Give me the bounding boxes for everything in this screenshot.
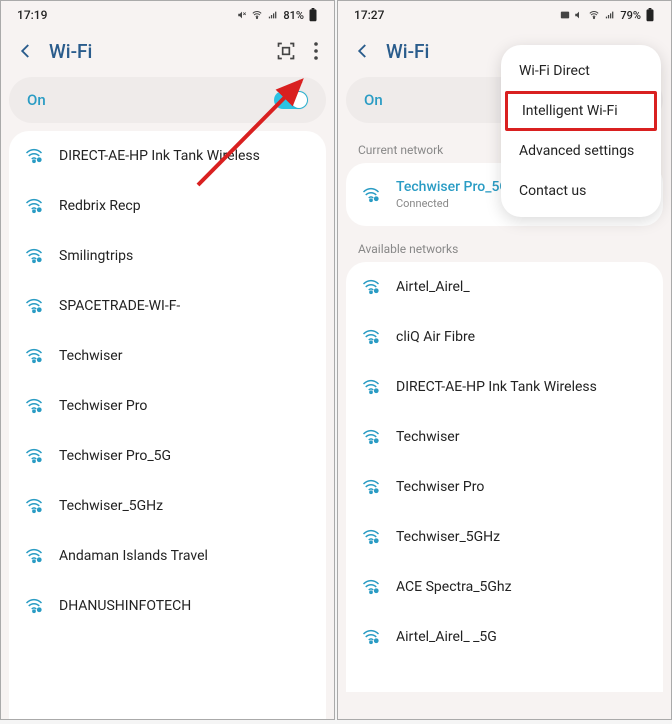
battery-icon [645, 8, 655, 22]
more-options-button[interactable] [314, 42, 318, 60]
chevron-left-icon [17, 42, 35, 60]
status-bar: 17:19 81% [1, 1, 334, 25]
network-row[interactable]: SPACETRADE-WI-F- [9, 281, 326, 331]
network-name: Techwiser_5GHz [396, 529, 649, 545]
wifi-signal-icon [360, 428, 382, 446]
back-button[interactable] [354, 42, 372, 60]
network-row[interactable]: DHANUSHINFOTECH [9, 581, 326, 631]
wifi-signal-icon [23, 397, 45, 415]
network-list: DIRECT-AE-HP Ink Tank Wireless Redbrix Re… [9, 131, 326, 720]
wifi-signal-icon [23, 347, 45, 365]
toggle-switch[interactable] [274, 91, 308, 109]
qr-icon [276, 41, 296, 61]
network-name: Airtel_Airel_ _5G [396, 629, 649, 645]
wifi-signal-icon [360, 578, 382, 596]
network-row[interactable]: Techwiser Pro [9, 381, 326, 431]
network-name: DIRECT-AE-HP Ink Tank Wireless [396, 379, 649, 395]
network-row[interactable]: Techwiser_5GHz [9, 481, 326, 531]
network-name: Techwiser Pro [396, 479, 649, 495]
network-row[interactable]: cliQ Air Fibre [346, 312, 663, 362]
network-name: Techwiser_5GHz [59, 498, 312, 514]
network-row[interactable]: DIRECT-AE-HP Ink Tank Wireless [9, 131, 326, 181]
network-row[interactable]: Techwiser Pro [346, 462, 663, 512]
status-right: 79% [560, 8, 655, 22]
wifi-signal-icon [23, 197, 45, 215]
network-name: Smilingtrips [59, 248, 312, 264]
network-name: DHANUSHINFOTECH [59, 598, 312, 614]
wifi-signal-icon [23, 597, 45, 615]
status-time: 17:27 [354, 8, 384, 22]
network-name: cliQ Air Fibre [396, 329, 649, 345]
on-label: On [27, 91, 46, 109]
overflow-menu: Wi-Fi DirectIntelligent Wi-FiAdvanced se… [501, 45, 661, 217]
menu-item[interactable]: Intelligent Wi-Fi [505, 91, 657, 131]
on-label: On [364, 91, 383, 109]
wifi-signal-icon [23, 297, 45, 315]
network-name: Techwiser [396, 429, 649, 445]
wifi-signal-icon [23, 147, 45, 165]
network-row[interactable]: Techwiser [9, 331, 326, 381]
network-row[interactable]: Smilingtrips [9, 231, 326, 281]
battery-icon [308, 8, 318, 22]
wifi-signal-icon [360, 328, 382, 346]
wifi-signal-icon [23, 497, 45, 515]
network-name: ACE Spectra_5Ghz [396, 579, 649, 595]
wifi-signal-icon [360, 628, 382, 646]
network-name: Techwiser Pro_5G [59, 448, 312, 464]
menu-item[interactable]: Advanced settings [501, 131, 661, 171]
network-name: SPACETRADE-WI-F- [59, 298, 312, 314]
network-row[interactable]: Airtel_Airel_ [346, 262, 663, 312]
wifi-icon [588, 10, 600, 20]
wifi-signal-icon [23, 547, 45, 565]
network-name: Techwiser [59, 348, 312, 364]
more-vertical-icon [314, 42, 318, 60]
network-row[interactable]: Techwiser [346, 412, 663, 462]
header: Wi-Fi [1, 25, 334, 77]
status-battery: 81% [283, 9, 304, 22]
network-name: Redbrix Recp [59, 198, 312, 214]
status-time: 17:19 [17, 8, 47, 22]
network-row[interactable]: Airtel_Airel_ _5G [346, 612, 663, 662]
wifi-signal-icon [360, 186, 382, 204]
volume-mute-icon [574, 10, 584, 20]
page-title: Wi-Fi [49, 40, 276, 63]
network-row[interactable]: Andaman Islands Travel [9, 531, 326, 581]
wifi-signal-icon [23, 247, 45, 265]
status-battery: 79% [620, 9, 641, 22]
network-name: DIRECT-AE-HP Ink Tank Wireless [59, 148, 312, 164]
wifi-signal-icon [23, 447, 45, 465]
volume-mute-icon [237, 10, 247, 20]
menu-item[interactable]: Contact us [501, 171, 661, 211]
chevron-left-icon [354, 42, 372, 60]
network-row[interactable]: Redbrix Recp [9, 181, 326, 231]
back-button[interactable] [17, 42, 35, 60]
wifi-toggle-row[interactable]: On [9, 77, 326, 123]
wifi-signal-icon [360, 278, 382, 296]
menu-item[interactable]: Wi-Fi Direct [501, 51, 661, 91]
qr-scan-button[interactable] [276, 41, 296, 61]
signal-icon [604, 10, 616, 20]
status-bar: 17:27 79% [338, 1, 671, 25]
signal-icon [267, 10, 279, 20]
wifi-icon [251, 10, 263, 20]
network-name: Airtel_Airel_ [396, 279, 649, 295]
wifi-signal-icon [360, 528, 382, 546]
status-right: 81% [237, 8, 318, 22]
wifi-signal-icon [360, 378, 382, 396]
image-icon [560, 10, 570, 20]
network-name: Andaman Islands Travel [59, 548, 312, 564]
section-available-label: Available networks [338, 230, 671, 262]
network-row[interactable]: Techwiser_5GHz [346, 512, 663, 562]
network-row[interactable]: DIRECT-AE-HP Ink Tank Wireless [346, 362, 663, 412]
wifi-signal-icon [360, 478, 382, 496]
screenshot-left: 17:19 81% Wi-Fi On DIRECT-AE-HP Ink Tank… [0, 0, 335, 720]
network-row[interactable]: Techwiser Pro_5G [9, 431, 326, 481]
available-network-list: Airtel_Airel_ cliQ Air Fibre DIRECT-AE-HP … [346, 262, 663, 692]
network-name: Techwiser Pro [59, 398, 312, 414]
network-row[interactable]: ACE Spectra_5Ghz [346, 562, 663, 612]
screenshot-right: 17:27 79% Wi-Fi On Current network Techw… [337, 0, 672, 720]
